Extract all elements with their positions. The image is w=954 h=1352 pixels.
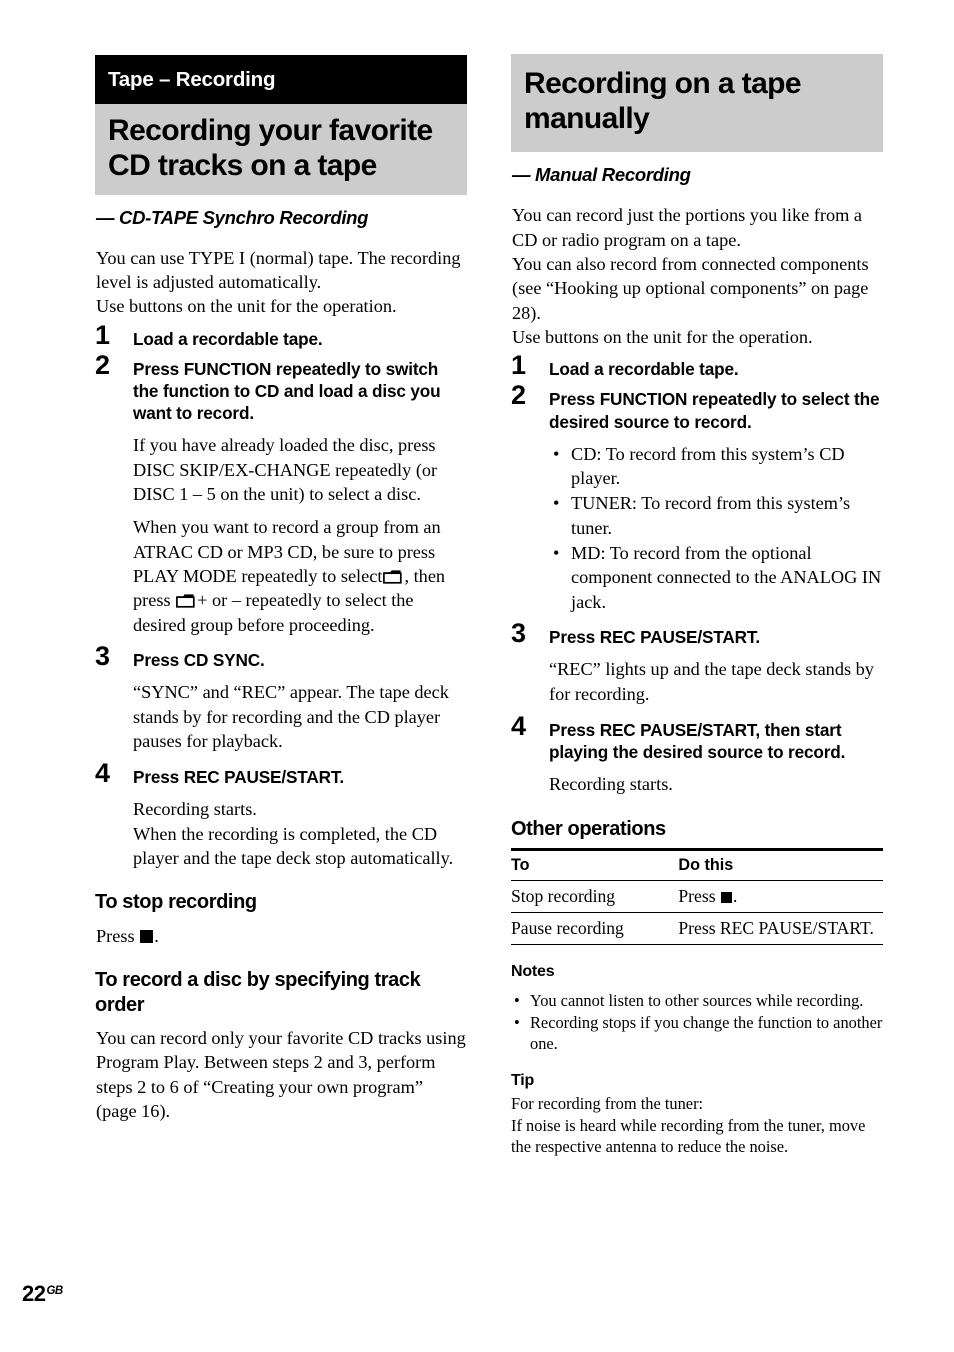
step-body-paragraph: Recording starts. xyxy=(133,799,257,820)
press-suffix: . xyxy=(732,885,738,906)
other-operations-heading: Other operations xyxy=(511,817,666,840)
page-number-value: 22 xyxy=(22,1281,46,1306)
step-item: 3 Press CD SYNC. “SYNC” and “REC” appear… xyxy=(95,643,467,753)
track-order-paragraph: You can record only your favorite CD tra… xyxy=(96,1027,466,1121)
list-item: TUNER: To record from this system’s tune… xyxy=(549,491,883,540)
to-stop-recording-heading: To stop recording xyxy=(95,891,257,914)
group-folder-icon xyxy=(383,569,403,584)
right-intro-line-2: You can also record from connected compo… xyxy=(512,253,869,323)
stop-square-icon xyxy=(140,929,154,943)
step-body-paragraph: Recording starts. xyxy=(549,774,673,795)
step-body: Recording starts. When the recording is … xyxy=(133,797,467,870)
stop-square-icon xyxy=(720,891,732,903)
step-body: “REC” lights up and the tape deck stands… xyxy=(549,657,883,706)
right-section-title: Recording on a tape manually xyxy=(511,54,883,153)
step-body-paragraph: “REC” lights up and the tape deck stands… xyxy=(549,659,874,704)
step-title: Load a recordable tape. xyxy=(549,359,739,380)
step-number: 1 xyxy=(511,350,527,381)
cell-to: Pause recording xyxy=(511,912,679,945)
step-title: Press FUNCTION repeatedly to select the … xyxy=(549,389,880,432)
column-header-to: To xyxy=(511,847,679,881)
tip-line-2: If noise is heard while recording from t… xyxy=(511,1115,866,1156)
left-intro-line-1: You can use TYPE I (normal) tape. The re… xyxy=(96,247,461,293)
step-body: If you have already loaded the disc, pre… xyxy=(133,433,467,637)
step-number: 4 xyxy=(511,710,527,741)
step-body: Recording starts. xyxy=(549,772,883,796)
right-intro: You can record just the portions you lik… xyxy=(511,203,883,349)
other-operations-table: To Do this Stop recording Press . Pause … xyxy=(511,847,883,945)
left-intro-line-2: Use buttons on the unit for the operatio… xyxy=(96,296,397,317)
page-region-suffix: GB xyxy=(46,1285,63,1297)
to-stop-recording-body: Press . xyxy=(95,924,467,948)
step-number: 4 xyxy=(95,758,111,789)
group-folder-icon xyxy=(176,593,195,609)
tip-body: For recording from the tuner: If noise i… xyxy=(511,1093,883,1156)
press-suffix: . xyxy=(154,925,159,946)
table-header-row: To Do this xyxy=(511,847,883,881)
step-item: 4 Press REC PAUSE/START, then start play… xyxy=(511,712,883,797)
list-item: You cannot listen to other sources while… xyxy=(511,990,883,1011)
cell-to: Stop recording xyxy=(511,880,679,913)
press-label: Press xyxy=(96,925,135,946)
chapter-bar: Tape – Recording xyxy=(95,55,467,104)
step-item: 4 Press REC PAUSE/START. Recording start… xyxy=(95,760,467,870)
step-body-paragraph: If you have already loaded the disc, pre… xyxy=(133,435,438,505)
step-body-paragraph-with-icons: When you want to record a group from an … xyxy=(133,515,467,637)
step-item: 1 Load a recordable tape. xyxy=(511,352,883,380)
step-item: 1 Load a recordable tape. xyxy=(95,321,467,350)
notes-list: You cannot listen to other sources while… xyxy=(511,990,883,1054)
left-section-title: Recording your favorite CD tracks on a t… xyxy=(95,103,467,195)
step-number: 3 xyxy=(511,618,527,649)
table-row: Pause recording Press REC PAUSE/START. xyxy=(511,912,883,945)
right-steps: 1 Load a recordable tape. 2 Press FUNCTI… xyxy=(511,352,883,797)
right-section-subtitle: — Manual Recording xyxy=(512,164,691,186)
step-number: 2 xyxy=(95,349,111,380)
list-item: MD: To record from the optional componen… xyxy=(549,541,883,614)
right-intro-line-1: You can record just the portions you lik… xyxy=(512,205,862,250)
step-number: 1 xyxy=(95,319,111,350)
source-options-list: CD: To record from this system’s CD play… xyxy=(549,442,883,614)
press-label: Press xyxy=(678,885,716,906)
left-intro: You can use TYPE I (normal) tape. The re… xyxy=(95,246,467,319)
cell-do-this: Press . xyxy=(678,880,883,913)
manual-page: Tape – Recording Recording your favorite… xyxy=(0,0,954,1352)
track-order-heading: To record a disc by specifying track ord… xyxy=(95,969,421,1016)
list-item: Recording stops if you change the functi… xyxy=(511,1012,883,1054)
step-item: 2 Press FUNCTION repeatedly to switch th… xyxy=(95,351,467,637)
cell-do-this: Press REC PAUSE/START. xyxy=(678,912,883,945)
step-title: Press REC PAUSE/START, then start playin… xyxy=(549,719,846,763)
notes-heading: Notes xyxy=(511,962,555,980)
step-title: Press CD SYNC. xyxy=(133,650,265,671)
tip-heading: Tip xyxy=(511,1072,535,1090)
step-body-paragraph: “SYNC” and “REC” appear. The tape deck s… xyxy=(133,682,449,751)
table-row: Stop recording Press . xyxy=(511,880,883,913)
step-title: Press REC PAUSE/START. xyxy=(549,627,760,648)
left-steps: 1 Load a recordable tape. 2 Press FUNCTI… xyxy=(95,321,467,871)
step-number: 3 xyxy=(95,641,111,672)
right-column: Recording on a tape manually — Manual Re… xyxy=(511,54,883,1157)
step-body: “SYNC” and “REC” appear. The tape deck s… xyxy=(133,680,467,753)
page-number: 22GB xyxy=(22,1281,63,1307)
step-title: Load a recordable tape. xyxy=(133,328,323,349)
tip-line-1: For recording from the tuner: xyxy=(511,1094,704,1114)
step-body-paragraph: When the recording is completed, the CD … xyxy=(133,823,454,869)
step-number: 2 xyxy=(511,380,527,411)
list-item: CD: To record from this system’s CD play… xyxy=(549,442,883,491)
step-item: 3 Press REC PAUSE/START. “REC” lights up… xyxy=(511,620,883,706)
group-text-part-3: + or – repeatedly to select the desired … xyxy=(133,590,414,635)
step-title: Press FUNCTION repeatedly to switch the … xyxy=(133,358,441,424)
step-title: Press REC PAUSE/START. xyxy=(133,767,344,788)
step-item: 2 Press FUNCTION repeatedly to select th… xyxy=(511,382,883,614)
left-column: Tape – Recording Recording your favorite… xyxy=(95,55,467,1123)
column-header-do-this: Do this xyxy=(678,847,883,881)
press-stop-line: Press . xyxy=(96,924,467,948)
track-order-body: You can record only your favorite CD tra… xyxy=(95,1026,467,1123)
right-intro-line-3: Use buttons on the unit for the operatio… xyxy=(512,326,813,347)
left-section-subtitle: — CD-TAPE Synchro Recording xyxy=(96,206,369,228)
